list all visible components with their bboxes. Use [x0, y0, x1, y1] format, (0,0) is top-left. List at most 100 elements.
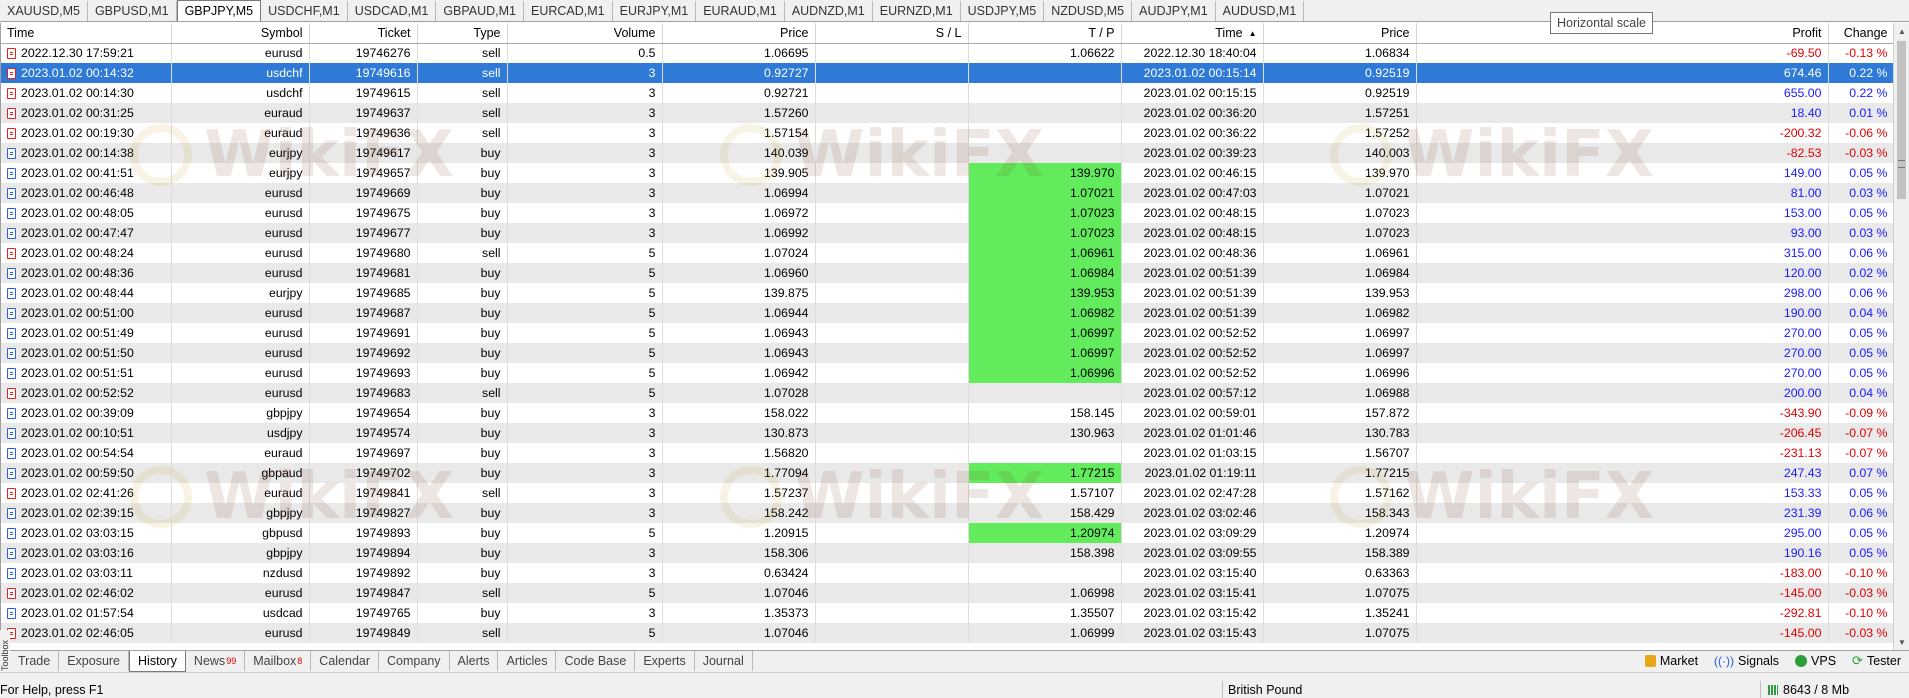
cell-open-time: 2023.01.02 02:46:02 [1, 583, 172, 603]
tab-label: Articles [506, 654, 548, 668]
table-row[interactable]: 2023.01.02 00:48:05 eurusd 19749675 buy 3 1.0… [1, 203, 1893, 223]
cell-volume: 3 [507, 423, 663, 443]
tab-company[interactable]: Company [379, 651, 450, 671]
cell-ticket: 19749847 [309, 583, 418, 603]
table-row[interactable]: 2023.01.02 00:48:24 eurusd 19749680 sell 5 1.… [1, 243, 1893, 263]
cell-open-price: 1.57260 [662, 103, 816, 123]
col-header-symbol[interactable]: Symbol [171, 23, 310, 44]
cell-sl [815, 623, 969, 643]
table-row[interactable]: 2023.01.02 03:03:11 nzdusd 19749892 buy 3 0.6… [1, 563, 1893, 583]
tab-journal[interactable]: Journal [695, 651, 753, 671]
table-row[interactable]: 2023.01.02 00:54:54 euraud 19749697 buy 3 1.5… [1, 443, 1893, 463]
table-row[interactable]: 2023.01.02 00:39:09 gbpjpy 19749654 buy 3 158… [1, 403, 1893, 423]
tab-badge: 8 [297, 656, 303, 666]
chart-tab[interactable]: AUDUSD,M1 [1216, 1, 1305, 21]
chart-tab[interactable]: AUDNZD,M1 [785, 1, 873, 21]
table-row[interactable]: 2023.01.02 01:57:54 usdcad 19749765 buy 3 1.3… [1, 603, 1893, 623]
table-row[interactable]: 2023.01.02 02:46:02 eurusd 19749847 sell 5 1.… [1, 583, 1893, 603]
table-row[interactable]: 2023.01.02 00:19:30 euraud 19749636 sell 3 1.… [1, 123, 1893, 143]
chart-tab[interactable]: XAUUSD,M5 [0, 1, 88, 21]
tab-news[interactable]: News 99 [186, 651, 246, 671]
cell-close-time: 2023.01.02 03:15:40 [1121, 563, 1264, 583]
table-row[interactable]: 2023.01.02 00:46:48 eurusd 19749669 buy 3 1.0… [1, 183, 1893, 203]
tab-mailbox[interactable]: Mailbox 8 [245, 651, 312, 671]
col-header-type[interactable]: Type [417, 23, 508, 44]
scroll-up-icon[interactable]: ▲ [1894, 23, 1909, 39]
cell-close-time: 2023.01.02 00:59:01 [1121, 403, 1264, 423]
col-header-tp[interactable]: T / P [968, 23, 1122, 44]
col-header-open-time[interactable]: Time [1, 23, 172, 44]
table-row[interactable]: 2023.01.02 00:51:00 eurusd 19749687 buy 5 1.0… [1, 303, 1893, 323]
table-row[interactable]: 2023.01.02 00:51:51 eurusd 19749693 buy 5 1.0… [1, 363, 1893, 383]
table-row[interactable]: 2023.01.02 00:52:52 eurusd 19749683 sell 5 1.… [1, 383, 1893, 403]
chart-tab[interactable]: NZDUSD,M5 [1044, 1, 1133, 21]
tab-articles[interactable]: Articles [498, 651, 557, 671]
table-row[interactable]: 2023.01.02 02:41:26 euraud 19749841 sell 3 1.… [1, 483, 1893, 503]
tab-experts[interactable]: Experts [635, 651, 695, 671]
chart-tab[interactable]: EURJPY,M1 [613, 1, 697, 21]
table-row[interactable]: 2023.01.02 00:14:30 usdchf 19749615 sell 3 0.… [1, 83, 1893, 103]
tab-alerts[interactable]: Alerts [450, 651, 499, 671]
chart-tab[interactable]: USDCAD,M1 [348, 1, 437, 21]
chart-tab[interactable]: GBPJPY,M5 [176, 0, 262, 21]
cell-ticket: 19749692 [309, 343, 418, 363]
table-row[interactable]: 2023.01.02 00:59:50 gbpaud 19749702 buy 3 1.7… [1, 463, 1893, 483]
table-row[interactable]: 2023.01.02 02:46:05 eurusd 19749849 sell 5 1.… [1, 623, 1893, 643]
tab-calendar[interactable]: Calendar [311, 651, 380, 671]
col-header-sl[interactable]: S / L [815, 23, 969, 44]
scroll-thumb[interactable] [1897, 41, 1906, 199]
signals-button[interactable]: ((·)) Signals [1714, 654, 1779, 668]
chart-tab[interactable]: USDJPY,M5 [961, 1, 1045, 21]
chart-tab[interactable]: USDCHF,M1 [261, 1, 348, 21]
col-header-open-price[interactable]: Price [662, 23, 816, 44]
table-row[interactable]: 2023.01.02 00:51:49 eurusd 19749691 buy 5 1.0… [1, 323, 1893, 343]
chart-tab[interactable]: EURNZD,M1 [873, 1, 961, 21]
table-row[interactable]: 2023.01.02 00:48:44 eurjpy 19749685 buy 5 139… [1, 283, 1893, 303]
chart-tab[interactable]: EURCAD,M1 [524, 1, 613, 21]
col-header-close-time[interactable]: Time ▲ [1121, 23, 1264, 44]
tab-badge: 99 [226, 656, 237, 666]
chart-tab[interactable]: EURAUD,M1 [696, 1, 785, 21]
cell-open-price: 1.06695 [662, 43, 816, 63]
table-row[interactable]: 2023.01.02 00:14:32 usdchf 19749616 sell 3 0.… [1, 63, 1893, 83]
table-row[interactable]: 2023.01.02 00:14:38 eurjpy 19749617 buy 3 140… [1, 143, 1893, 163]
vps-button[interactable]: VPS [1795, 654, 1836, 668]
cell-type: buy [417, 323, 508, 343]
chart-tab[interactable]: AUDJPY,M1 [1132, 1, 1216, 21]
table-row[interactable]: 2022.12.30 17:59:21 eurusd 19746276 sell 0.5… [1, 43, 1893, 63]
col-header-volume[interactable]: Volume [507, 23, 663, 44]
tab-exposure[interactable]: Exposure [59, 651, 130, 671]
market-button[interactable]: Market [1644, 654, 1698, 668]
col-header-close-price[interactable]: Price [1263, 23, 1417, 44]
cell-type: buy [417, 303, 508, 323]
cell-ticket: 19749702 [309, 463, 418, 483]
col-header-ticket[interactable]: Ticket [309, 23, 418, 44]
table-row[interactable]: 2023.01.02 00:51:50 eurusd 19749692 buy 5 1.0… [1, 343, 1893, 363]
cell-type: buy [417, 263, 508, 283]
table-row[interactable]: 2023.01.02 03:03:15 gbpusd 19749893 buy 5 1.2… [1, 523, 1893, 543]
cell-change: -0.07 % [1828, 443, 1893, 463]
table-row[interactable]: 2023.01.02 03:03:16 gbpjpy 19749894 buy 3 158… [1, 543, 1893, 563]
cell-type: buy [417, 283, 508, 303]
cell-symbol: gbpaud [171, 463, 310, 483]
chart-tab[interactable]: GBPAUD,M1 [436, 1, 525, 21]
table-row[interactable]: 2023.01.02 00:47:47 eurusd 19749677 buy 3 1.0… [1, 223, 1893, 243]
tab-code-base[interactable]: Code Base [556, 651, 636, 671]
cell-ticket: 19749697 [309, 443, 418, 463]
cell-open-price: 139.905 [662, 163, 816, 183]
cell-sl [815, 203, 969, 223]
table-row[interactable]: 2023.01.02 02:39:15 gbpjpy 19749827 buy 3 158… [1, 503, 1893, 523]
tab-history[interactable]: History [129, 651, 186, 672]
chart-tab[interactable]: GBPUSD,M1 [88, 1, 177, 21]
vertical-scrollbar[interactable]: ▲ ▼ [1893, 23, 1909, 650]
col-header-change[interactable]: Change [1828, 23, 1893, 44]
table-row[interactable]: 2023.01.02 00:41:51 eurjpy 19749657 buy 3 139… [1, 163, 1893, 183]
table-row[interactable]: 2023.01.02 00:48:36 eurusd 19749681 buy 5 1.0… [1, 263, 1893, 283]
tab-trade[interactable]: Trade [10, 651, 60, 671]
tester-button[interactable]: ⟳ Tester [1852, 653, 1901, 669]
cell-type: sell [417, 483, 508, 503]
table-row[interactable]: 2023.01.02 00:10:51 usdjpy 19749574 buy 3 130… [1, 423, 1893, 443]
table-row[interactable]: 2023.01.02 00:31:25 euraud 19749637 sell 3 1.… [1, 103, 1893, 123]
scroll-down-icon[interactable]: ▼ [1894, 634, 1909, 650]
cell-volume: 5 [507, 243, 663, 263]
